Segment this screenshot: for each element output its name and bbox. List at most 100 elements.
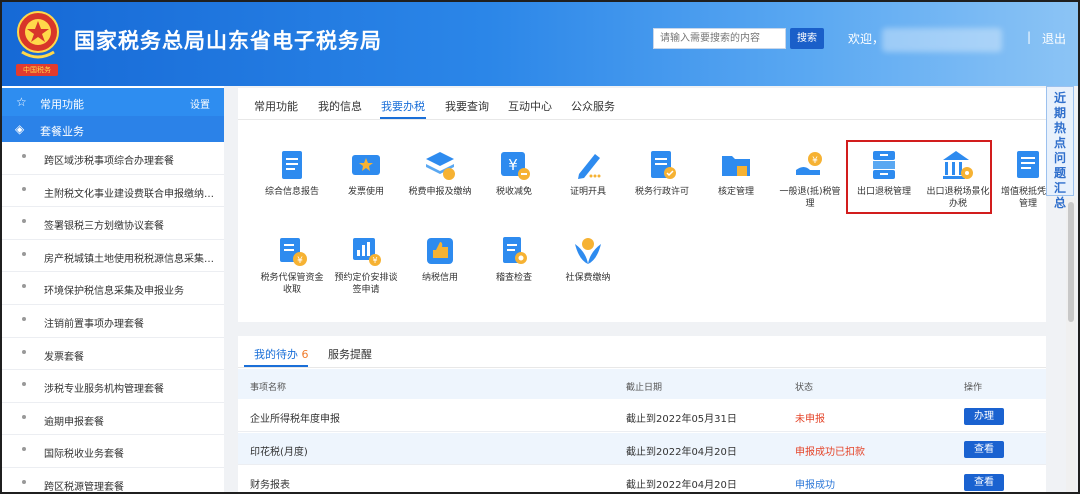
service-permit[interactable]: 税务行政许可	[628, 148, 696, 198]
declare-icon	[426, 152, 455, 180]
app-frame: 中国税务 国家税务总局山东省电子税务局 搜索 欢迎， | 退出 ☆ 常用功能 设…	[0, 0, 1080, 494]
row-status: 申报成功已扣款	[795, 447, 865, 458]
service-label: 预约定价安排谈签申请	[334, 273, 398, 295]
tax-emblem-icon	[17, 11, 59, 59]
row-name: 企业所得税年度申报	[250, 414, 340, 425]
sidebar-item[interactable]: 房产税城镇土地使用税税源信息采集及申...	[2, 240, 224, 273]
sidebar-item[interactable]: 跨区域涉税事项综合办理套餐	[2, 142, 224, 175]
sidebar-item-label: 签署银税三方划缴协议套餐	[44, 221, 164, 233]
sidebar-item-label: 发票套餐	[44, 351, 84, 363]
tab-query[interactable]: 我要查询	[445, 98, 489, 114]
tab-reminder[interactable]: 服务提醒	[328, 346, 372, 362]
vat-icon	[1017, 151, 1039, 178]
tab-common[interactable]: 常用功能	[254, 98, 298, 114]
sidebar-item[interactable]: 环境保护税信息采集及申报业务	[2, 272, 224, 305]
tab-tax-handling[interactable]: 我要办税	[381, 98, 425, 114]
sidebar-item[interactable]: 主附税文化事业建设费联合申报缴纳套餐	[2, 175, 224, 208]
tab-my-info[interactable]: 我的信息	[318, 98, 362, 114]
logout-link[interactable]: 退出	[1042, 30, 1066, 47]
service-certificate[interactable]: 证明开具	[554, 148, 622, 198]
tab-pending[interactable]: 我的待办 6	[254, 346, 309, 362]
refund-icon: ¥	[796, 152, 822, 175]
row-name: 财务报表	[250, 480, 290, 491]
service-verification[interactable]: 核定管理	[702, 148, 770, 198]
service-label: 发票使用	[347, 187, 384, 197]
service-invoice[interactable]: 发票使用	[332, 148, 400, 198]
todo-panel: 我的待办 6 服务提醒 事项名称 截止日期 状态 操作 企业所得税年度申报 截止…	[238, 336, 1046, 492]
svg-text:¥: ¥	[812, 156, 818, 166]
sidebar-item-label: 环境保护税信息采集及申报业务	[44, 286, 184, 298]
bullet-icon	[22, 479, 26, 484]
folder-icon	[722, 156, 750, 176]
bullet-icon	[22, 154, 26, 158]
service-label: 综合信息报告	[264, 187, 319, 197]
svg-text:¥: ¥	[297, 256, 303, 266]
site-header: 中国税务 国家税务总局山东省电子税务局 搜索 欢迎， | 退出	[2, 2, 1078, 86]
row-name: 印花税(月度)	[250, 447, 308, 458]
service-custody[interactable]: ¥ 税务代保管资金收取	[258, 234, 326, 296]
active-todo-tab-indicator	[244, 365, 308, 367]
sidebar-package-header[interactable]: ◈ 套餐业务	[2, 116, 224, 142]
service-inspection[interactable]: 稽查检查	[480, 234, 548, 284]
credit-icon	[427, 238, 453, 264]
todo-tabs: 我的待办 6 服务提醒	[238, 336, 1046, 368]
report-icon	[282, 151, 302, 179]
header-separator: |	[1027, 30, 1032, 44]
service-tax-relief[interactable]: ¥ 税收减免	[480, 148, 548, 198]
search-input[interactable]	[653, 28, 786, 49]
service-label: 社保费缴纳	[565, 273, 611, 283]
sidebar-item-label: 跨区域涉税事项综合办理套餐	[44, 156, 174, 167]
row-deadline: 截止到2022年04月20日	[626, 480, 737, 491]
service-label: 一般退(抵)税管理	[779, 187, 841, 209]
invoice-icon	[352, 155, 380, 175]
tab-interaction[interactable]: 互动中心	[508, 98, 552, 114]
hot-issues-label: 近期热点问题汇总	[1053, 91, 1066, 210]
sidebar: ☆ 常用功能 设置 ◈ 套餐业务 跨区域涉税事项综合办理套餐 主附税文化事业建设…	[2, 86, 224, 493]
view-button[interactable]: 查看	[964, 441, 1004, 458]
row-deadline: 截止到2022年04月20日	[626, 447, 737, 458]
welcome-text: 欢迎，	[848, 32, 885, 46]
sidebar-item[interactable]: 发票套餐	[2, 338, 224, 371]
sidebar-settings-link[interactable]: 设置	[190, 96, 210, 111]
row-deadline: 截止到2022年05月31日	[626, 414, 737, 425]
hot-issues-float[interactable]: 近期热点问题汇总	[1046, 86, 1074, 210]
sidebar-item[interactable]: 国际税收业务套餐	[2, 435, 224, 468]
service-social-security[interactable]: 社保费缴纳	[554, 234, 622, 284]
tab-public-service[interactable]: 公众服务	[571, 98, 615, 114]
sidebar-package-list: 跨区域涉税事项综合办理套餐 主附税文化事业建设费联合申报缴纳套餐 签署银税三方划…	[2, 142, 224, 493]
emblem-caption: 中国税务	[16, 64, 58, 76]
service-label: 证明开具	[569, 187, 606, 197]
sidebar-package-label: 套餐业务	[40, 125, 84, 138]
search-button[interactable]: 搜索	[790, 28, 824, 49]
sidebar-item[interactable]: 逾期申报套餐	[2, 403, 224, 436]
sidebar-item[interactable]: 签署银税三方划缴协议套餐	[2, 207, 224, 240]
highlight-box	[846, 140, 992, 214]
sidebar-item-label: 逾期申报套餐	[44, 416, 104, 428]
scrollbar-thumb[interactable]	[1068, 202, 1074, 322]
sidebar-item[interactable]: 注销前置事项办理套餐	[2, 305, 224, 338]
service-general-refund[interactable]: ¥ 一般退(抵)税管理	[776, 148, 844, 210]
active-tab-indicator	[380, 117, 426, 119]
sidebar-item[interactable]: 涉税专业服务机构管理套餐	[2, 370, 224, 403]
bullet-icon	[22, 447, 26, 452]
bullet-icon	[22, 186, 26, 191]
certificate-icon	[578, 154, 601, 179]
pending-count-badge: 6	[301, 348, 309, 361]
sidebar-common-functions[interactable]: ☆ 常用功能 设置	[2, 88, 224, 116]
sidebar-item-label: 国际税收业务套餐	[44, 449, 124, 461]
col-header-name: 事项名称	[250, 383, 287, 393]
col-header-action: 操作	[964, 383, 983, 393]
service-pricing[interactable]: ¥ 预约定价安排谈签申请	[332, 234, 400, 296]
sidebar-item-label: 跨区税源管理套餐	[44, 481, 124, 493]
svg-text:¥: ¥	[508, 156, 518, 174]
handle-button[interactable]: 办理	[964, 408, 1004, 425]
service-credit[interactable]: 纳税信用	[406, 234, 474, 284]
sidebar-item[interactable]: 跨区税源管理套餐	[2, 468, 224, 493]
sidebar-item-label: 注销前置事项办理套餐	[44, 318, 144, 330]
service-declare-pay[interactable]: 税费申报及缴纳	[406, 148, 474, 198]
view-button[interactable]: 查看	[964, 474, 1004, 491]
col-header-deadline: 截止日期	[626, 383, 663, 393]
social-security-icon	[575, 238, 601, 264]
layers-icon: ◈	[15, 122, 25, 136]
service-comprehensive-report[interactable]: 综合信息报告	[258, 148, 326, 198]
